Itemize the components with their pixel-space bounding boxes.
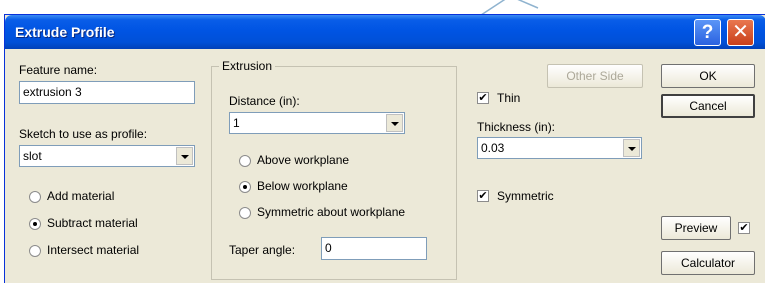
add-material-radio[interactable]: [29, 191, 41, 203]
window-title: Extrude Profile: [15, 24, 115, 40]
below-workplane-label: Below workplane: [257, 179, 348, 193]
intersect-material-label: Intersect material: [47, 243, 140, 257]
intersect-material-radio[interactable]: [29, 245, 41, 257]
add-material-label: Add material: [47, 189, 115, 203]
title-bar[interactable]: Extrude Profile ? ✕: [5, 15, 765, 49]
help-button[interactable]: ?: [694, 19, 721, 46]
chevron-down-icon[interactable]: [176, 147, 193, 165]
distance-select[interactable]: 1: [229, 112, 405, 134]
subtract-material-label: Subtract material: [47, 216, 138, 230]
calculator-button[interactable]: Calculator: [661, 251, 755, 275]
thickness-select[interactable]: 0.03: [477, 137, 642, 159]
distance-label: Distance (in):: [229, 94, 300, 108]
above-workplane-label: Above workplane: [257, 153, 350, 167]
thin-label: Thin: [497, 91, 521, 105]
distance-select-value: 1: [233, 116, 240, 130]
thickness-select-value: 0.03: [481, 141, 505, 155]
ok-button[interactable]: OK: [661, 64, 755, 88]
extrusion-group-label: Extrusion: [219, 59, 276, 73]
sketch-select-value: slot: [23, 149, 42, 163]
close-button[interactable]: ✕: [727, 19, 754, 46]
feature-name-input[interactable]: extrusion 3: [19, 81, 195, 104]
preview-checkbox[interactable]: ✔: [738, 222, 750, 234]
cancel-button[interactable]: Cancel: [661, 94, 755, 118]
preview-button[interactable]: Preview: [661, 216, 731, 240]
sketch-label: Sketch to use as profile:: [19, 127, 148, 141]
extrude-profile-dialog: Extrude Profile ? ✕ Feature name: extrus…: [4, 14, 765, 283]
chevron-down-icon[interactable]: [623, 139, 640, 157]
sketch-select[interactable]: slot: [19, 145, 195, 167]
above-workplane-radio[interactable]: [239, 155, 251, 167]
feature-name-label: Feature name:: [19, 63, 98, 77]
symmetric-workplane-radio[interactable]: [239, 207, 251, 219]
other-side-button[interactable]: Other Side: [547, 64, 643, 88]
taper-angle-label: Taper angle:: [229, 243, 296, 257]
thin-checkbox[interactable]: ✔: [477, 92, 489, 104]
symmetric-label: Symmetric: [497, 189, 554, 203]
below-workplane-radio[interactable]: [239, 181, 251, 193]
chevron-down-icon[interactable]: [386, 114, 403, 132]
symmetric-workplane-label: Symmetric about workplane: [257, 205, 406, 219]
subtract-material-radio[interactable]: [29, 218, 41, 230]
thickness-label: Thickness (in):: [477, 120, 556, 134]
symmetric-checkbox[interactable]: ✔: [477, 190, 489, 202]
taper-angle-input[interactable]: 0: [321, 237, 427, 260]
